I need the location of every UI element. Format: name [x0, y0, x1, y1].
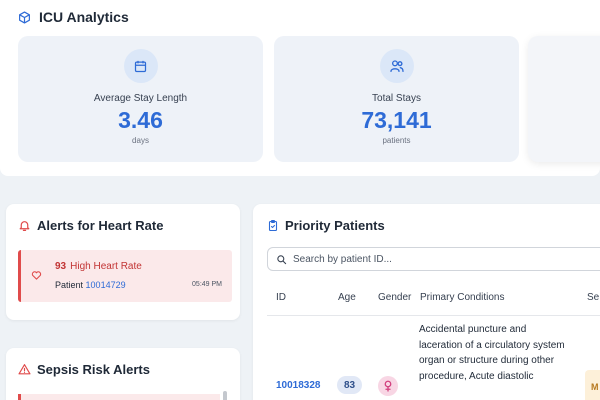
priority-patients-panel: Priority Patients ID Age Gender Primary … — [253, 204, 600, 400]
icu-analytics-panel: ICU Analytics Average Stay Length 3.46 d… — [0, 0, 600, 176]
column-header-id[interactable]: ID — [276, 292, 286, 303]
users-icon — [379, 49, 414, 83]
sepsis-alerts-header: Sepsis Risk Alerts — [18, 362, 150, 377]
divider — [267, 315, 600, 316]
heart-alerts-title: Alerts for Heart Rate — [37, 218, 164, 233]
stat-unit: days — [132, 136, 149, 145]
stat-card-average-stay: Average Stay Length 3.46 days — [18, 36, 263, 162]
stat-value: 73,141 — [361, 107, 432, 133]
sepsis-alerts-title: Sepsis Risk Alerts — [37, 362, 150, 377]
column-header-severity[interactable]: Se — [587, 292, 599, 303]
patient-search[interactable] — [267, 247, 600, 271]
stat-card-partial — [528, 36, 600, 162]
female-icon — [378, 376, 398, 396]
sepsis-risk-alerts-panel: Sepsis Risk Alerts — [6, 348, 240, 400]
stat-unit: patients — [382, 136, 411, 145]
column-header-gender[interactable]: Gender — [378, 292, 411, 303]
heart-icon — [31, 270, 42, 281]
heart-rate-alerts-panel: Alerts for Heart Rate 93 High Heart Rate … — [6, 204, 240, 320]
column-header-age[interactable]: Age — [338, 292, 356, 303]
patient-label: Patient — [55, 280, 84, 290]
alert-message: High Heart Rate — [70, 261, 142, 272]
clipboard-icon — [267, 219, 279, 232]
sepsis-alert-item[interactable] — [18, 394, 220, 400]
heart-rate-alert-item[interactable]: 93 High Heart Rate Patient 10014729 05:49… — [18, 250, 232, 302]
priority-title: Priority Patients — [285, 218, 385, 233]
scrollbar[interactable] — [223, 391, 227, 400]
column-header-conditions[interactable]: Primary Conditions — [420, 292, 504, 303]
patient-id-link[interactable]: 10018328 — [276, 380, 321, 391]
stat-value: 3.46 — [118, 107, 163, 133]
priority-header: Priority Patients — [267, 218, 385, 233]
alert-patient: Patient 10014729 — [55, 280, 126, 290]
calendar-icon — [123, 49, 158, 83]
severity-badge: M — [585, 370, 600, 400]
analytics-title: ICU Analytics — [39, 9, 129, 25]
alert-time: 05:49 PM — [192, 281, 222, 288]
search-icon — [276, 254, 287, 265]
cube-icon — [18, 10, 31, 24]
primary-conditions: Accidental puncture and laceration of a … — [419, 324, 565, 382]
search-input[interactable] — [293, 253, 573, 265]
age-badge: 83 — [337, 376, 362, 394]
alert-heading: 93 High Heart Rate — [55, 261, 142, 272]
stat-label: Total Stays — [372, 93, 421, 104]
warning-triangle-icon — [18, 363, 31, 376]
patient-id-link[interactable]: 10014729 — [86, 280, 126, 290]
heart-rate-value: 93 — [55, 261, 67, 272]
stat-card-total-stays: Total Stays 73,141 patients — [274, 36, 519, 162]
bell-icon — [18, 219, 31, 232]
analytics-header: ICU Analytics — [18, 7, 129, 27]
heart-alerts-header: Alerts for Heart Rate — [18, 218, 163, 233]
stat-label: Average Stay Length — [93, 93, 188, 104]
